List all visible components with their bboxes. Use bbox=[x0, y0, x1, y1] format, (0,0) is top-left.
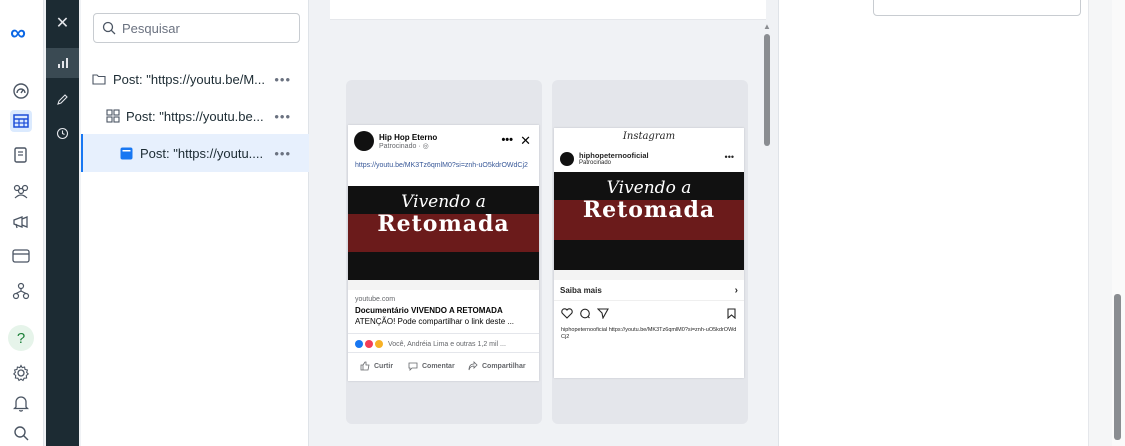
scrollbar-thumb[interactable] bbox=[1114, 294, 1121, 440]
tree-item-label: Post: "https://youtu.be... bbox=[126, 108, 264, 124]
share-label: Compartilhar bbox=[482, 362, 526, 370]
scroll-up-icon[interactable]: ▲ bbox=[763, 22, 771, 31]
caption: hiphopeternooficial https://youtu.be/MK3… bbox=[561, 327, 737, 340]
help-icon[interactable]: ? bbox=[8, 325, 34, 351]
send-icon[interactable] bbox=[597, 308, 609, 319]
sponsored-label: Patrocinado · ◎ bbox=[379, 142, 429, 150]
divider bbox=[554, 300, 744, 301]
link-headline[interactable]: Documentário VIVENDO A RETOMADA bbox=[355, 306, 503, 315]
chevron-right-icon: › bbox=[734, 285, 738, 296]
settings-gear-icon[interactable] bbox=[10, 362, 32, 384]
sponsored-label: Patrocinado bbox=[579, 160, 612, 166]
sponsor-logos bbox=[554, 270, 744, 280]
more-options-icon[interactable]: ••• bbox=[274, 72, 291, 87]
heart-icon[interactable] bbox=[561, 308, 573, 319]
bookmark-icon[interactable] bbox=[727, 308, 736, 319]
notifications-bell-icon[interactable] bbox=[10, 392, 32, 414]
reactions-bar[interactable]: Você, Andréia Lima e outras 1,2 mil ... bbox=[355, 340, 506, 348]
ad-image[interactable]: Vivendo a Retomada bbox=[348, 186, 539, 290]
search-input[interactable] bbox=[122, 20, 292, 36]
dashboard-gauge-icon[interactable] bbox=[10, 80, 32, 102]
care-reaction-icon bbox=[375, 340, 383, 348]
bar-chart-icon[interactable] bbox=[46, 48, 79, 78]
cta-label: Saiba mais bbox=[560, 286, 602, 295]
like-label: Curtir bbox=[374, 362, 394, 370]
account-name: hiphopeternooficial bbox=[579, 151, 649, 160]
divider bbox=[348, 333, 539, 334]
page-scrollbar[interactable] bbox=[1112, 0, 1125, 446]
share-icon bbox=[468, 361, 478, 371]
action-icons bbox=[561, 308, 609, 319]
facebook-ad-preview: Hip Hop Eterno Patrocinado · ◎ ••• ✕ htt… bbox=[348, 125, 539, 381]
search-icon bbox=[102, 21, 116, 35]
image-title-main: Retomada bbox=[582, 197, 716, 223]
audiences-icon[interactable] bbox=[10, 180, 32, 202]
link-domain: youtube.com bbox=[355, 296, 396, 303]
like-icon bbox=[360, 361, 370, 371]
tree-item-label: Post: "https://youtu.... bbox=[140, 145, 264, 161]
instagram-header: Instagram bbox=[622, 131, 676, 142]
left-nav-rail: ∞ ? bbox=[0, 0, 44, 446]
globe-icon: ◎ bbox=[422, 142, 429, 150]
image-fine-print bbox=[348, 242, 539, 246]
reactions-text: Você, Andréia Lima e outras 1,2 mil ... bbox=[388, 340, 506, 348]
close-icon[interactable]: ✕ bbox=[46, 8, 79, 38]
ad-image[interactable]: Vivendo a Retomada bbox=[554, 172, 744, 280]
instagram-ad-preview: Instagram hiphopeternooficial Patrocinad… bbox=[554, 128, 744, 378]
megaphone-icon[interactable] bbox=[10, 211, 32, 233]
preview-top-band bbox=[330, 0, 766, 20]
scrollbar-thumb[interactable] bbox=[764, 34, 770, 146]
preview-scrollbar[interactable]: ▲ bbox=[762, 22, 772, 440]
more-options-icon[interactable]: ••• bbox=[725, 152, 734, 162]
cta-button[interactable]: Saiba mais › bbox=[560, 285, 738, 296]
post-link[interactable]: https://youtu.be/MK3Tz6qmlM0?si=znh-uO5k… bbox=[355, 161, 531, 170]
comment-label: Comentar bbox=[422, 362, 455, 370]
billing-card-icon[interactable] bbox=[10, 245, 32, 267]
account-avatar bbox=[560, 151, 574, 166]
divider bbox=[348, 352, 539, 353]
comment-icon[interactable] bbox=[579, 308, 591, 319]
right-settings-pane bbox=[778, 0, 1088, 446]
sponsor-logos bbox=[348, 280, 539, 290]
more-options-icon[interactable]: ••• bbox=[274, 146, 291, 161]
pages-icon[interactable] bbox=[10, 144, 32, 166]
love-reaction-icon bbox=[365, 340, 373, 348]
comment-button[interactable]: Comentar bbox=[408, 361, 455, 371]
image-title-script: Vivendo a bbox=[606, 178, 692, 198]
folder-icon bbox=[92, 74, 106, 85]
image-title-main: Retomada bbox=[377, 211, 510, 237]
ad-icon bbox=[120, 147, 133, 159]
image-title-script: Vivendo a bbox=[401, 192, 486, 212]
more-options-icon[interactable]: ••• bbox=[274, 109, 291, 124]
tree-item-label: Post: "https://youtu.be/M... bbox=[113, 71, 266, 87]
search-box[interactable] bbox=[93, 13, 300, 43]
tree-item-campaign[interactable]: Post: "https://youtu.be/M... ••• bbox=[81, 60, 309, 98]
link-description: ATENÇÃO! Pode compartilhar o link deste … bbox=[355, 317, 515, 326]
search-icon[interactable] bbox=[10, 422, 32, 444]
like-button[interactable]: Curtir bbox=[360, 361, 393, 371]
page-avatar bbox=[354, 131, 374, 151]
settings-field[interactable] bbox=[873, 0, 1081, 16]
close-icon[interactable]: ✕ bbox=[520, 133, 531, 149]
campaign-tree-panel: Post: "https://youtu.be/M... ••• Post: "… bbox=[81, 0, 309, 446]
edit-pencil-icon[interactable] bbox=[46, 84, 79, 114]
like-reaction-icon bbox=[355, 340, 363, 348]
history-clock-icon[interactable] bbox=[46, 118, 79, 148]
comment-icon bbox=[408, 362, 418, 371]
tree-item-adset[interactable]: Post: "https://youtu.be... ••• bbox=[81, 97, 309, 135]
share-button[interactable]: Compartilhar bbox=[468, 361, 526, 371]
adset-grid-icon bbox=[106, 109, 120, 123]
tree-item-ad[interactable]: Post: "https://youtu.... ••• bbox=[81, 134, 309, 172]
tool-strip: ✕ bbox=[46, 0, 79, 446]
more-options-icon[interactable]: ••• bbox=[501, 134, 513, 146]
meta-logo-icon[interactable]: ∞ bbox=[7, 20, 29, 45]
ads-manager-table-icon[interactable] bbox=[10, 110, 32, 132]
business-structure-icon[interactable] bbox=[10, 280, 32, 302]
side-gutter bbox=[1088, 0, 1112, 446]
page-name: Hip Hop Eterno bbox=[379, 132, 438, 142]
